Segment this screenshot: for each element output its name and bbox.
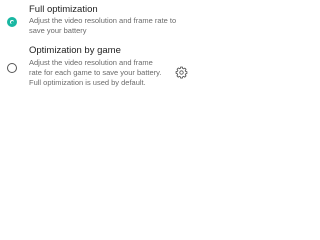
description-line: save your battery [29, 26, 87, 35]
option-description: Adjust the video resolution and frame ra… [29, 58, 161, 88]
description-line: rate for each game to save your battery. [29, 68, 162, 77]
optimization-options-screen: Full optimization Adjust the video resol… [0, 0, 200, 200]
option-description: Adjust the video resolution and frame ra… [29, 16, 176, 36]
description-line: Full optimization is used by default. [29, 78, 146, 87]
radio-full-optimization[interactable] [7, 17, 17, 27]
option-title: Full optimization [29, 4, 98, 15]
description-line: Adjust the video resolution and frame ra… [29, 16, 177, 25]
gear-icon[interactable] [175, 66, 188, 79]
description-line: Adjust the video resolution and frame [29, 58, 153, 67]
option-full-optimization[interactable]: Full optimization Adjust the video resol… [0, 0, 200, 40]
option-title: Optimization by game [29, 45, 121, 56]
radio-optimization-by-game[interactable] [7, 63, 17, 73]
option-optimization-by-game[interactable]: Optimization by game Adjust the video re… [0, 41, 200, 101]
gear-icon-graphic [175, 66, 188, 79]
